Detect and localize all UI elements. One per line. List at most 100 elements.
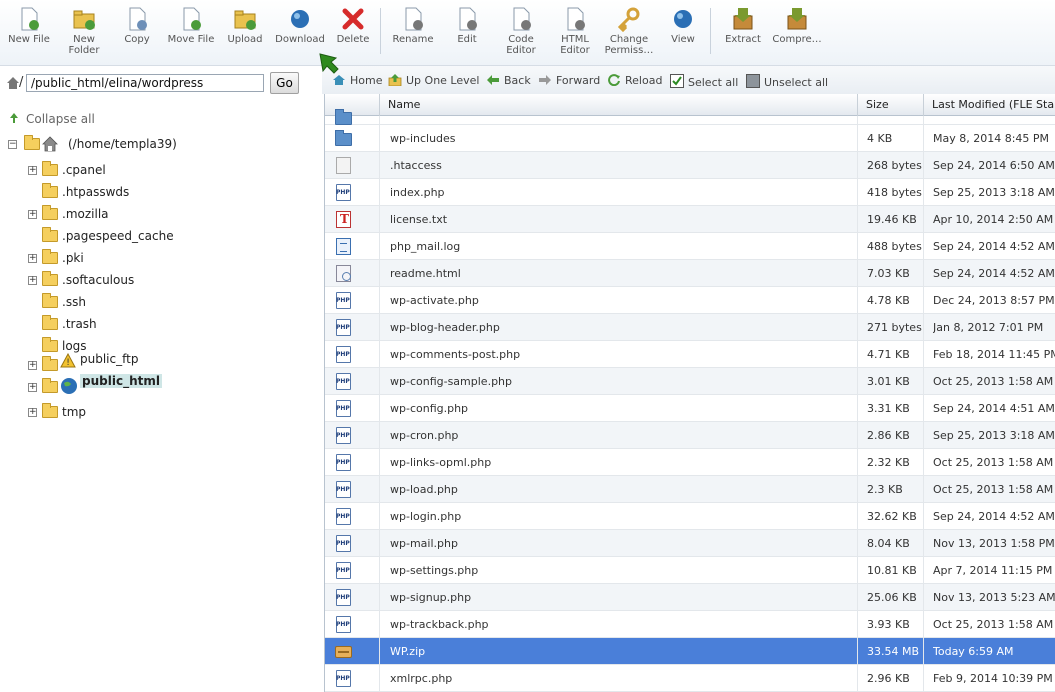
move-file-button[interactable]: Move File	[164, 4, 218, 62]
file-name: wp-load.php	[390, 483, 458, 496]
file-size: 2.3 KB	[867, 483, 903, 496]
table-row[interactable]: wp-includes 4 KB May 8, 2014 8:45 PM	[325, 125, 1055, 152]
table-row[interactable]: wp-activate.php 4.78 KB Dec 24, 2013 8:57 …	[325, 287, 1055, 314]
file-table: Name Size Last Modified (FLE Stand wp-in…	[324, 94, 1055, 692]
table-row[interactable]: readme.html 7.03 KB Sep 24, 2014 4:52 AM	[325, 260, 1055, 287]
path-input[interactable]	[26, 74, 264, 92]
extract-label: Extract	[725, 34, 761, 45]
file-name: wp-activate.php	[390, 294, 479, 307]
expand-toggle-icon[interactable]: +	[28, 210, 37, 219]
collapse-all-link[interactable]: Collapse all	[8, 112, 95, 126]
modified-column-header[interactable]: Last Modified (FLE Stand	[923, 94, 1055, 116]
file-name: php_mail.log	[390, 240, 461, 253]
change-permissions-button[interactable]: Change Permiss…	[602, 4, 656, 62]
forward-button[interactable]: Forward	[538, 74, 600, 87]
table-row[interactable]: index.php 418 bytes Sep 25, 2013 3:18 AM	[325, 179, 1055, 206]
expand-toggle-icon[interactable]: +	[28, 254, 37, 263]
reload-label: Reload	[625, 74, 663, 87]
code-editor-icon	[508, 6, 534, 32]
file-size: 25.06 KB	[867, 591, 917, 604]
file-modified: Oct 25, 2013 1:58 AM	[933, 456, 1054, 469]
copy-button[interactable]: Copy	[110, 4, 164, 62]
table-row[interactable]: wp-settings.php 10.81 KB Apr 7, 2014 11:15…	[325, 557, 1055, 584]
file-modified: Nov 13, 2013 1:58 PM	[933, 537, 1055, 550]
file-size: 3.31 KB	[867, 402, 910, 415]
tree-item-label: logs	[62, 339, 87, 353]
code-editor-button[interactable]: Code Editor	[494, 4, 548, 62]
table-row[interactable]: wp-cron.php 2.86 KB Sep 25, 2013 3:18 AM	[325, 422, 1055, 449]
html-editor-icon	[562, 6, 588, 32]
expand-toggle-icon[interactable]: +	[28, 383, 37, 392]
table-row[interactable]: wp-login.php 32.62 KB Sep 24, 2014 4:52 AM	[325, 503, 1055, 530]
table-row[interactable]: wp-links-opml.php 2.32 KB Oct 25, 2013 1:5…	[325, 449, 1055, 476]
upload-button[interactable]: Upload	[218, 4, 272, 62]
file-size: 268 bytes	[867, 159, 922, 172]
table-row[interactable]: .htaccess 268 bytes Sep 24, 2014 6:50 AM	[325, 152, 1055, 179]
table-row[interactable]: wp-config.php 3.31 KB Sep 24, 2014 4:51 AM	[325, 395, 1055, 422]
folder-open-icon	[24, 135, 40, 150]
go-button[interactable]: Go	[270, 72, 299, 94]
code-editor-label: Code Editor	[506, 34, 536, 56]
upload-icon	[232, 6, 258, 32]
up-one-level-button[interactable]: Up One Level	[388, 74, 479, 87]
new-file-button[interactable]: New File	[2, 4, 56, 62]
file-size: 7.03 KB	[867, 267, 910, 280]
folder-icon	[42, 356, 58, 371]
folder-icon	[42, 293, 58, 308]
expand-toggle-icon[interactable]: +	[28, 408, 37, 417]
table-row[interactable]: wp-load.php 2.3 KB Oct 25, 2013 1:58 AM	[325, 476, 1055, 503]
table-row[interactable]: wp-trackback.php 3.93 KB Oct 25, 2013 1:58…	[325, 611, 1055, 638]
extract-button[interactable]: Extract	[716, 4, 770, 62]
rename-button[interactable]: Rename	[386, 4, 440, 62]
file-name: license.txt	[390, 213, 448, 226]
table-row[interactable]: php_mail.log 488 bytes Sep 24, 2014 4:52 A…	[325, 233, 1055, 260]
edit-button[interactable]: Edit	[440, 4, 494, 62]
table-row[interactable]: license.txt 19.46 KB Apr 10, 2014 2:50 AM	[325, 206, 1055, 233]
file-size: 271 bytes	[867, 321, 922, 334]
php-file-icon	[336, 373, 351, 390]
folder-icon	[42, 249, 58, 264]
new-folder-icon	[71, 6, 97, 32]
table-row[interactable]: wp-signup.php 25.06 KB Nov 13, 2013 5:23 A…	[325, 584, 1055, 611]
file-modified: Today 6:59 AM	[933, 645, 1014, 658]
expand-toggle-icon[interactable]: +	[28, 361, 37, 370]
compress-icon	[784, 6, 810, 32]
expand-toggle-icon[interactable]: +	[28, 166, 37, 175]
table-row[interactable]: wp-mail.php 8.04 KB Nov 13, 2013 1:58 PM	[325, 530, 1055, 557]
collapse-toggle-icon[interactable]: −	[8, 140, 17, 149]
tree-item-label: public_ftp	[80, 352, 139, 366]
table-row[interactable]: xmlrpc.php 2.96 KB Feb 9, 2014 10:39 PM	[325, 665, 1055, 692]
html-editor-button[interactable]: HTML Editor	[548, 4, 602, 62]
table-row[interactable]: WP.zip 33.54 MB Today 6:59 AM	[325, 638, 1055, 665]
file-size: 3.01 KB	[867, 375, 910, 388]
size-column-header[interactable]: Size	[857, 94, 923, 116]
move-file-label: Move File	[167, 34, 215, 45]
php-file-icon	[336, 427, 351, 444]
compress-button[interactable]: Compre…	[770, 4, 824, 62]
back-button[interactable]: Back	[486, 74, 531, 87]
new-folder-button[interactable]: New Folder	[57, 4, 111, 62]
table-row[interactable]: wp-config-sample.php 3.01 KB Oct 25, 2013 …	[325, 368, 1055, 395]
reload-button[interactable]: Reload	[607, 74, 662, 87]
file-modified: Apr 10, 2014 2:50 AM	[933, 213, 1054, 226]
table-row[interactable]: wp-comments-post.php 4.71 KB Feb 18, 2014 …	[325, 341, 1055, 368]
table-row[interactable]: wp-blog-header.php 271 bytes Jan 8, 2012 7…	[325, 314, 1055, 341]
tree-item-label: .trash	[62, 317, 97, 331]
file-modified: Nov 13, 2013 5:23 AM	[933, 591, 1055, 604]
file-modified: May 8, 2014 8:45 PM	[933, 132, 1050, 145]
view-label: View	[671, 34, 695, 45]
view-button[interactable]: View	[656, 4, 710, 62]
file-size: 10.81 KB	[867, 564, 917, 577]
name-column-header[interactable]: Name	[379, 94, 857, 116]
unselect-all-button[interactable]: Unselect all	[746, 74, 828, 89]
copy-label: Copy	[124, 34, 150, 45]
select-all-button[interactable]: Select all	[670, 74, 738, 89]
column-divider	[857, 116, 858, 692]
unselect-all-label: Unselect all	[764, 76, 829, 89]
expand-toggle-icon[interactable]: +	[28, 276, 37, 285]
delete-label: Delete	[336, 34, 370, 45]
file-name: wp-config.php	[390, 402, 469, 415]
file-modified: Apr 7, 2014 11:15 PM	[933, 564, 1053, 577]
folder-icon	[42, 161, 58, 176]
edit-icon	[454, 6, 480, 32]
